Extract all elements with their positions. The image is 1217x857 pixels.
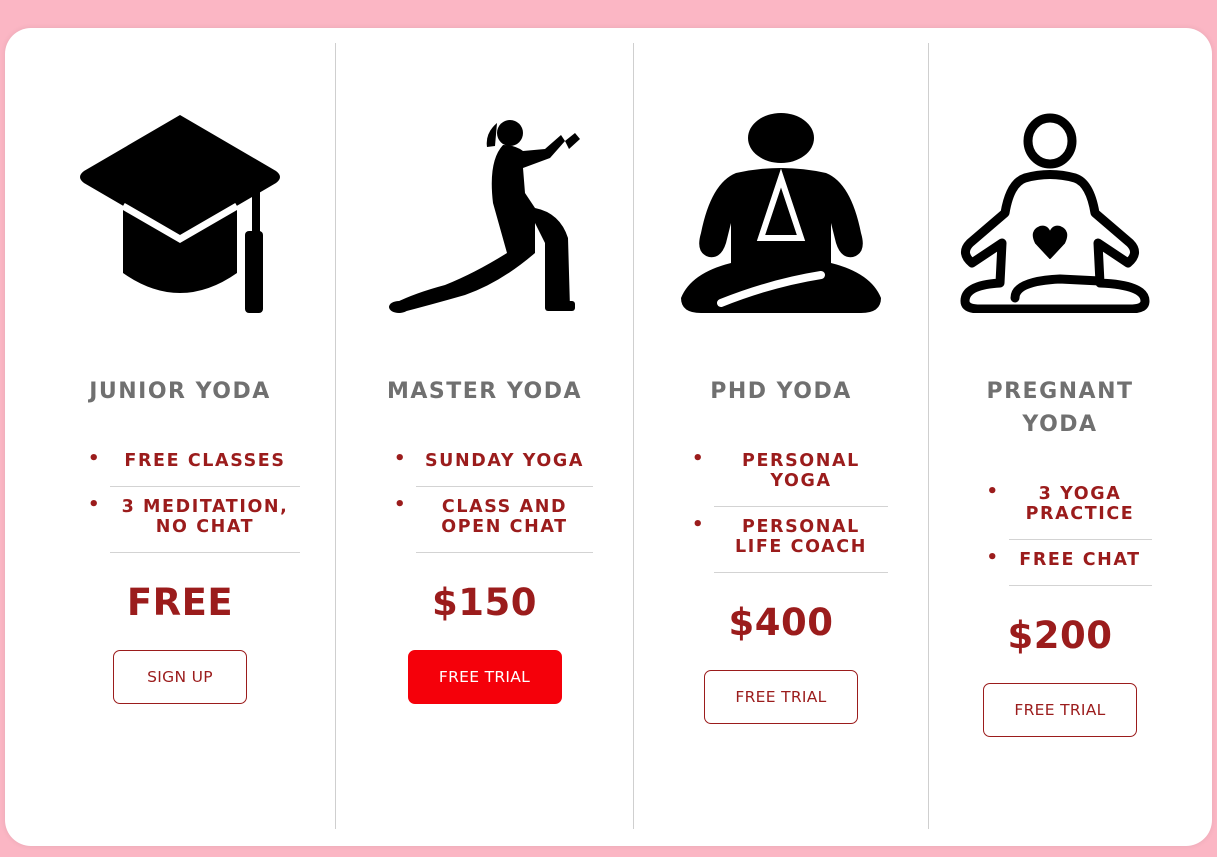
sign-up-button[interactable]: SIGN UP [113,650,247,704]
feature-list: • FREE CLASSES • 3 MEDITATION, NO CHAT [88,441,300,553]
plan-master-yoda: MASTER YODA • SUNDAY YOGA • CLASS AND OPEN… [335,43,633,829]
list-item: • PERSONAL LIFE COACH [692,507,888,573]
feature-list: • PERSONAL YOGA • PERSONAL LIFE COACH [692,441,888,573]
free-trial-button[interactable]: FREE TRIAL [704,670,858,724]
plan-title: PHD YODA [710,379,852,404]
free-trial-button[interactable]: FREE TRIAL [407,650,562,704]
list-item: • SUNDAY YOGA [394,441,593,487]
list-item: • FREE CHAT [987,540,1152,586]
plan-phd-yoda: PHD YODA • PERSONAL YOGA • PERSONAL LIFE C… [633,43,928,829]
plan-price: $150 [432,581,537,624]
pregnant-meditation-icon [960,113,1160,313]
list-item: • 3 MEDITATION, NO CHAT [88,487,300,553]
graduation-cap-icon [80,113,280,313]
martial-arts-pose-icon [385,113,585,313]
list-item: • CLASS AND OPEN CHAT [394,487,593,553]
plan-price: $200 [1007,614,1113,657]
plan-price: $400 [728,601,834,644]
plan-title: MASTER YODA [386,379,583,404]
list-item: • PERSONAL YOGA [692,441,888,507]
feature-list: • 3 YOGA PRACTICE • FREE CHAT [987,474,1152,586]
list-item: • FREE CLASSES [88,441,300,487]
free-trial-button[interactable]: FREE TRIAL [983,683,1137,737]
plan-title: JUNIOR YODA [89,379,271,404]
plan-title: PREGNANT YODA [986,379,1134,437]
list-item: • 3 YOGA PRACTICE [987,474,1152,540]
plan-pregnant-yoda: PREGNANT YODA • 3 YOGA PRACTICE • FREE CHA… [928,43,1191,829]
meditation-pose-icon [681,113,881,313]
plan-price: FREE [126,581,234,624]
plan-junior-yoda: JUNIOR YODA • FREE CLASSES • 3 MEDITATION,… [80,43,300,829]
pricing-card: JUNIOR YODA • FREE CLASSES • 3 MEDITATION,… [5,28,1212,846]
feature-list: • SUNDAY YOGA • CLASS AND OPEN CHAT [394,441,593,553]
